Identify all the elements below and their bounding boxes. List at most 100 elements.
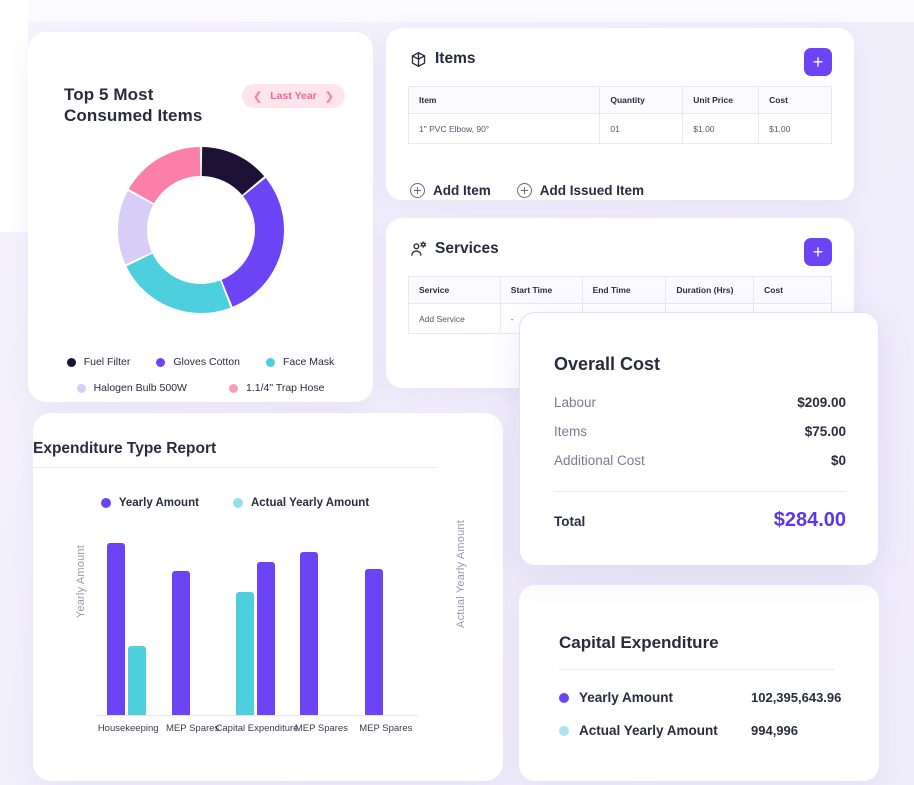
cost-label: Labour — [554, 395, 597, 410]
capex-swatch — [559, 692, 569, 703]
legend-item: Yearly Amount — [100, 497, 199, 509]
items-card: Items + Item Quantity Unit Price Cost 1"… — [386, 28, 854, 200]
donut-slice — [221, 177, 284, 307]
yearly-amount-bar — [300, 552, 319, 715]
donut-legend-row-2: Halogen Bulb 500W 1.1/4" Trap Hose — [28, 382, 373, 394]
cost-total-row: Total $284.00 — [554, 509, 846, 532]
legend-item: Fuel Filter — [66, 356, 131, 368]
cell-cost: $1.00 — [758, 113, 832, 144]
add-issued-item-link[interactable]: Add Issued Item — [516, 183, 645, 198]
expenditure-bar-chart — [96, 528, 418, 715]
capex-row-yearly: Yearly Amount 102,395,643.96 — [559, 681, 847, 714]
cell-item: 1" PVC Elbow, 90° — [407, 113, 601, 144]
top-consumed-items-card: Top 5 Most Consumed Items ❮ Last Year ❯ … — [28, 32, 373, 402]
col-unit-price: Unit Price — [682, 86, 760, 114]
legend-label: Gloves Cotton — [173, 356, 240, 368]
chart-baseline — [96, 715, 418, 716]
add-item-button[interactable]: + — [804, 48, 832, 76]
box-icon — [411, 51, 426, 67]
chevron-left-icon[interactable]: ❮ — [253, 90, 262, 103]
add-issued-item-label: Add Issued Item — [539, 183, 645, 198]
add-service-button[interactable]: + — [804, 238, 832, 266]
donut-legend-row-1: Fuel Filter Gloves Cotton Face Mask — [28, 356, 373, 368]
services-card-header: Services — [410, 240, 499, 258]
legend-item: Face Mask — [265, 356, 335, 368]
cell-service: Add Service — [408, 303, 501, 334]
user-gear-icon — [411, 240, 427, 256]
yearly-amount-bar — [107, 542, 126, 715]
cost-label: Items — [554, 424, 588, 439]
cost-value: $209.00 — [797, 395, 846, 410]
capex-label: Actual Yearly Amount — [579, 723, 718, 738]
items-table-header-row: Item Quantity Unit Price Cost — [407, 86, 832, 114]
total-value: $284.00 — [773, 509, 846, 531]
legend-item: Halogen Bulb 500W — [76, 382, 187, 394]
cost-row-items: Items $75.00 — [554, 424, 846, 453]
legend-swatch — [100, 498, 111, 508]
legend-swatch — [76, 383, 86, 393]
col-item: Item — [407, 86, 601, 114]
overall-cost-rows: Labour $209.00 Items $75.00 Additional C… — [554, 395, 846, 482]
legend-label: Fuel Filter — [83, 356, 131, 368]
bar-group — [300, 552, 319, 715]
legend-swatch — [265, 357, 275, 367]
circle-plus-icon — [410, 183, 425, 198]
expenditure-card-title: Expenditure Type Report — [33, 440, 217, 457]
page-left-band — [0, 0, 28, 232]
total-label: Total — [554, 514, 586, 529]
col-duration: Duration (Hrs) — [665, 276, 755, 304]
period-label: Last Year — [270, 90, 317, 102]
items-actions: Add Item Add Issued Item — [410, 183, 644, 198]
capex-value: 994,996 — [751, 723, 798, 738]
col-start-time: Start Time — [499, 276, 583, 304]
capex-title: Capital Expenditure — [559, 633, 719, 652]
legend-swatch — [228, 383, 238, 393]
table-row[interactable]: 1" PVC Elbow, 90° 01 $1.00 $1.00 — [407, 113, 832, 144]
legend-label: Actual Yearly Amount — [250, 497, 370, 509]
donut-title-line2: Consumed Items — [64, 106, 203, 126]
capex-label: Yearly Amount — [579, 690, 674, 705]
items-card-header: Items — [410, 50, 476, 68]
add-item-label: Add Item — [433, 183, 491, 198]
capital-expenditure-card: Capital Expenditure Yearly Amount 102,39… — [519, 585, 879, 781]
items-table: Item Quantity Unit Price Cost 1" PVC Elb… — [407, 86, 832, 144]
legend-item: Gloves Cotton — [156, 356, 240, 368]
legend-item: Actual Yearly Amount — [232, 497, 370, 509]
period-selector[interactable]: ❮ Last Year ❯ — [242, 84, 345, 108]
y-axis-label-right: Actual Yearly Amount — [455, 520, 467, 628]
legend-swatch — [232, 498, 243, 508]
yearly-amount-bar — [364, 569, 383, 715]
cell-quantity: 01 — [599, 113, 684, 144]
bar-group — [171, 571, 190, 715]
col-quantity: Quantity — [599, 86, 684, 114]
donut-slice — [118, 191, 154, 265]
col-cost: Cost — [753, 276, 832, 304]
actual-yearly-amount-bar — [128, 645, 147, 715]
cell-unit-price: $1.00 — [682, 113, 760, 144]
yearly-amount-bar — [257, 561, 275, 715]
page-top-band — [0, 0, 914, 22]
capex-row-actual: Actual Yearly Amount 994,996 — [559, 714, 847, 747]
legend-label: 1.1/4" Trap Hose — [245, 382, 325, 394]
donut-card-title: Top 5 Most Consumed Items — [64, 84, 202, 127]
dashboard-page: Top 5 Most Consumed Items ❮ Last Year ❯ … — [0, 0, 914, 785]
y-axis-label-left: Yearly Amount — [75, 545, 87, 619]
cost-value: $75.00 — [804, 424, 846, 439]
legend-label: Yearly Amount — [118, 497, 199, 509]
capex-value: 102,395,643.96 — [751, 690, 842, 705]
col-end-time: End Time — [581, 276, 667, 304]
legend-label: Halogen Bulb 500W — [93, 382, 187, 394]
legend-label: Face Mask — [282, 356, 335, 368]
services-table-header-row: Service Start Time End Time Duration (Hr… — [408, 276, 832, 304]
x-axis-tick-label: MEP Spares — [359, 723, 413, 734]
cost-row-additional: Additional Cost $0 — [554, 453, 846, 482]
consumed-items-donut-chart — [118, 147, 284, 313]
expenditure-divider — [33, 467, 437, 468]
chevron-right-icon[interactable]: ❯ — [325, 90, 334, 103]
add-item-link[interactable]: Add Item — [410, 183, 491, 198]
circle-plus-icon — [516, 183, 532, 198]
legend-swatch — [156, 357, 166, 367]
cost-label: Additional Cost — [554, 453, 645, 468]
overall-cost-title: Overall Cost — [554, 354, 661, 374]
cost-row-labour: Labour $209.00 — [554, 395, 846, 424]
